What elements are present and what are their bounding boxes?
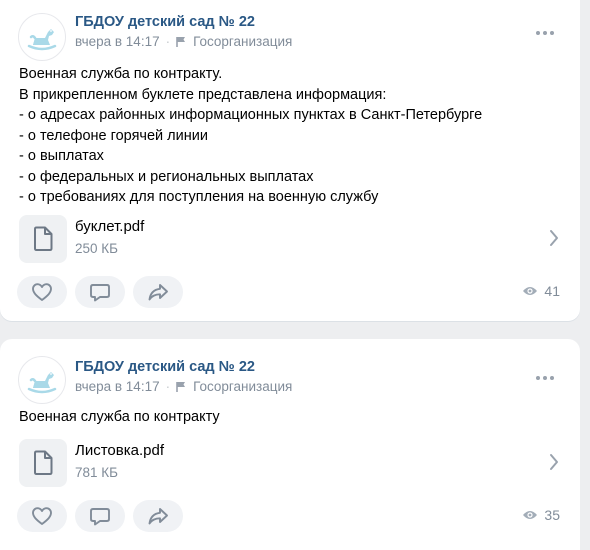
share-button[interactable]: [133, 276, 183, 308]
share-icon: [148, 284, 168, 301]
comment-icon: [90, 508, 110, 526]
post-meta: вчера в 14:17 · Госорганизация: [75, 34, 292, 49]
post-author[interactable]: ГБДОУ детский сад № 22: [75, 14, 255, 30]
rocking-horse-icon: [27, 29, 57, 51]
post-card: ГБДОУ детский сад № 22 вчера в 14:17 · Г…: [0, 339, 580, 550]
post-text: Военная служба по контракту. В прикрепле…: [19, 64, 560, 208]
text-line: Военная служба по контракту: [19, 409, 220, 425]
eye-icon: [523, 511, 538, 519]
text-line: - о требованиях для поступления на военн…: [19, 189, 379, 205]
like-button[interactable]: [17, 500, 67, 532]
post-actions: 35: [17, 500, 560, 534]
post-author[interactable]: ГБДОУ детский сад № 22: [75, 359, 255, 375]
eye-icon: [523, 287, 538, 295]
document-attachment[interactable]: Листовка.pdf 781 КБ: [19, 439, 565, 489]
flag-icon: [176, 36, 187, 48]
share-icon: [148, 508, 168, 525]
group-avatar[interactable]: [18, 356, 66, 404]
chevron-right-icon: [550, 454, 558, 470]
document-name: Листовка.pdf: [75, 442, 164, 459]
share-button[interactable]: [133, 500, 183, 532]
views-counter: 41: [522, 283, 560, 299]
rocking-horse-icon: [27, 372, 57, 394]
text-line: Военная служба по контракту.: [19, 66, 223, 82]
more-dots-icon[interactable]: [536, 376, 554, 380]
post-time[interactable]: вчера в 14:17: [75, 34, 160, 49]
views-counter: 35: [522, 507, 560, 523]
separator: ·: [165, 379, 171, 394]
text-line: - о телефоне горячей линии: [19, 127, 208, 144]
document-name: буклет.pdf: [75, 218, 145, 235]
document-icon: [19, 215, 67, 263]
separator: ·: [165, 34, 171, 49]
document-size: 250 КБ: [75, 241, 118, 256]
comment-icon: [90, 284, 110, 302]
post-time[interactable]: вчера в 14:17: [75, 379, 160, 394]
document-icon: [19, 439, 67, 487]
views-count: 35: [544, 507, 560, 523]
document-attachment[interactable]: буклет.pdf 250 КБ: [19, 215, 565, 265]
text-line: - о выплатах: [19, 148, 104, 164]
post-meta: вчера в 14:17 · Госорганизация: [75, 379, 292, 394]
org-badge[interactable]: Госорганизация: [193, 379, 292, 394]
heart-icon: [32, 507, 52, 525]
more-dots-icon[interactable]: [536, 31, 554, 35]
group-avatar[interactable]: [18, 13, 66, 61]
org-badge[interactable]: Госорганизация: [193, 34, 292, 49]
views-count: 41: [544, 283, 560, 299]
document-size: 781 КБ: [75, 465, 118, 480]
post-text: Военная служба по контракту: [19, 407, 560, 428]
text-line: - о адресах районных информационных пунк…: [19, 107, 483, 123]
comment-button[interactable]: [75, 276, 125, 308]
heart-icon: [32, 283, 52, 301]
post-card: ГБДОУ детский сад № 22 вчера в 14:17 · Г…: [0, 0, 580, 321]
post-actions: 41: [17, 276, 560, 310]
chevron-right-icon: [550, 230, 558, 246]
text-line: - о федеральных и региональных выплатах: [19, 168, 314, 185]
text-line: В прикрепленном буклете представлена инф…: [19, 86, 387, 103]
flag-icon: [176, 381, 187, 393]
comment-button[interactable]: [75, 500, 125, 532]
like-button[interactable]: [17, 276, 67, 308]
